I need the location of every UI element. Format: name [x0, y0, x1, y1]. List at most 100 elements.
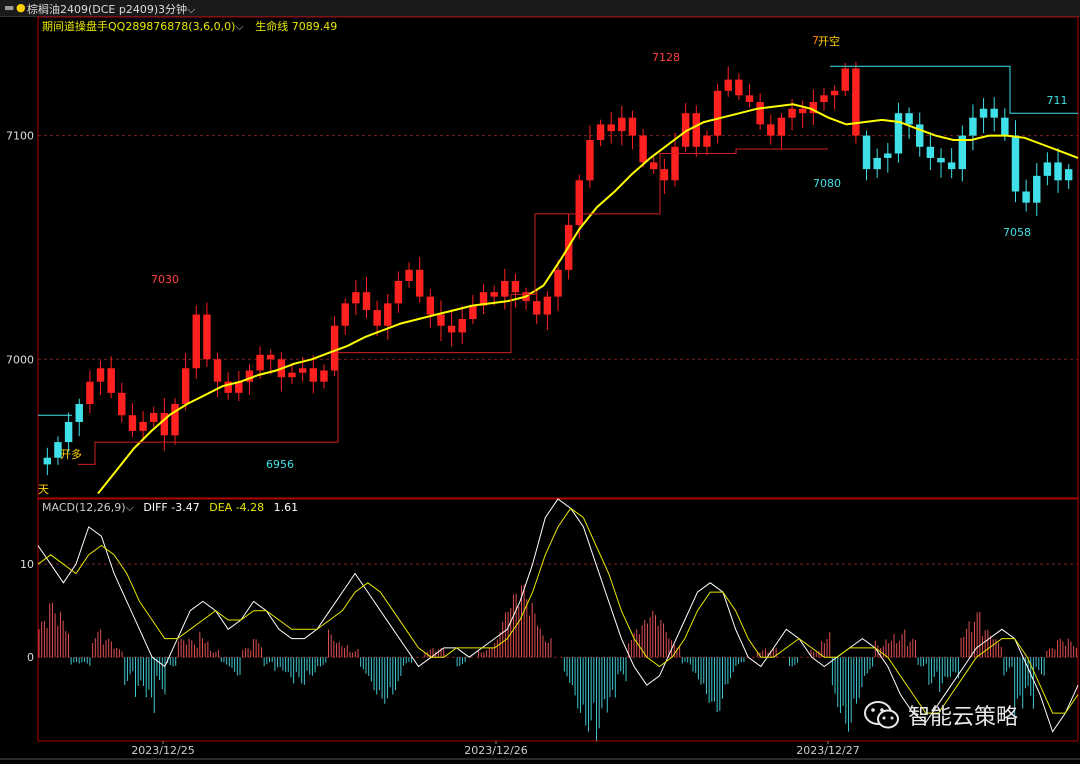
candle-body	[990, 108, 998, 118]
candle-body	[128, 415, 137, 431]
price-tick-label: 7100	[6, 130, 34, 143]
candle-body	[1064, 169, 1073, 181]
macd-tick-label: 0	[27, 651, 34, 664]
candle-body	[650, 162, 658, 170]
candle-body	[267, 354, 275, 360]
candle-body	[596, 124, 605, 141]
macd-name: MACD(12,26,9)	[42, 501, 126, 514]
candle-body	[884, 153, 892, 158]
candle-body	[64, 421, 73, 443]
candle-body	[788, 108, 796, 118]
candle-body	[862, 135, 871, 170]
candle-body	[713, 90, 722, 136]
watermark: 智能云策略	[862, 698, 1018, 732]
price-tick-label: 7000	[6, 353, 34, 366]
indicator-legend: 期间道操盘手QQ289876878(3,6,0,0)⌵ 生命线 7089.49	[42, 18, 337, 34]
candle-body	[628, 117, 637, 136]
candle-body	[767, 124, 775, 136]
candle-body	[905, 113, 913, 125]
candle-body	[756, 102, 764, 125]
candle-body	[405, 269, 413, 281]
candle-body	[692, 113, 701, 147]
macd-legend: MACD(12,26,9)⌵ DIFF -3.47 DEA -4.28 1.61	[42, 501, 298, 515]
time-tick-label: 2023/12/25	[131, 744, 194, 757]
candle-body	[618, 117, 626, 132]
candle-body	[490, 292, 498, 297]
price-annotation: 开多	[60, 447, 82, 461]
candle-body	[107, 368, 115, 393]
candle-body	[1022, 191, 1030, 203]
price-annotation: 天	[38, 483, 49, 496]
price-annotation: 7	[812, 34, 819, 47]
price-annotation: 711	[1047, 94, 1068, 107]
candle-body	[373, 310, 381, 326]
candle-body	[118, 392, 126, 416]
candle-body	[873, 157, 881, 170]
candle-body	[320, 370, 328, 382]
candle-body	[362, 292, 371, 311]
candle-body	[703, 135, 711, 147]
time-tick-label: 2023/12/27	[796, 744, 859, 757]
dea-value: -4.28	[235, 501, 265, 514]
candle-body	[1054, 162, 1062, 181]
candle-body	[937, 157, 945, 163]
candle-body	[926, 146, 935, 158]
candle-body	[298, 368, 307, 373]
candle-body	[75, 404, 83, 422]
candle-body	[415, 269, 424, 297]
macd-tick-label: 10	[20, 558, 34, 571]
candle-body	[607, 124, 615, 132]
candle-body	[426, 296, 435, 315]
lifeline-value: 7089.49	[291, 20, 338, 33]
macd-value: 1.61	[273, 501, 299, 514]
candle-body	[969, 117, 977, 136]
price-annotation: 开空	[818, 34, 840, 48]
candle-body	[1011, 135, 1020, 192]
candle-body	[894, 113, 903, 154]
candle-body	[203, 314, 211, 360]
candle-body	[586, 140, 594, 181]
candle-body	[256, 354, 264, 371]
candle-body	[384, 303, 392, 326]
chart-canvas[interactable]: 7100 7000 10 0 7030 6956 7128 7080 7058 711 开多 开空7 天…	[0, 0, 1080, 764]
candle-body	[139, 421, 147, 431]
candle-body	[501, 280, 509, 297]
candle-body	[841, 68, 849, 91]
wechat-icon	[864, 701, 899, 729]
candle-body	[394, 280, 403, 304]
indicator-name: 期间道操盘手QQ289876878(3,6,0,0)	[42, 20, 236, 33]
candle-body	[309, 368, 318, 382]
candle-body	[288, 372, 296, 378]
price-panel-frame	[37, 16, 1079, 499]
diff-label: DIFF	[143, 501, 168, 514]
diff-line	[37, 498, 1079, 733]
candle-body	[458, 319, 466, 333]
candle-body	[352, 292, 360, 304]
price-annotation: 7058	[1003, 226, 1031, 239]
candle-body	[639, 135, 647, 163]
dea-label: DEA	[209, 501, 233, 514]
exit-level-line	[830, 65, 1078, 114]
candle-body	[181, 368, 190, 405]
candle-body	[86, 381, 94, 405]
candle-body	[979, 108, 988, 118]
price-annotation: 7128	[652, 51, 680, 64]
candle-body	[149, 412, 158, 422]
candle-body	[330, 325, 339, 371]
candle-body	[671, 146, 679, 181]
candle-body	[745, 95, 754, 103]
diff-value: -3.47	[171, 501, 200, 514]
candle-body	[1001, 117, 1009, 136]
dea-line	[37, 507, 1079, 714]
chevron-down-icon[interactable]: ⌵	[126, 501, 134, 514]
watermark-text: 智能云策略	[908, 705, 1019, 730]
candle-body	[724, 79, 732, 91]
chevron-down-icon[interactable]: ⌵	[235, 20, 243, 33]
candle-body	[43, 457, 52, 465]
candle-body	[798, 108, 807, 114]
candle-body	[554, 269, 562, 297]
candle-body	[447, 325, 456, 333]
candle-body	[1033, 175, 1041, 203]
candle-body	[575, 180, 584, 226]
candle-body	[1043, 162, 1052, 176]
